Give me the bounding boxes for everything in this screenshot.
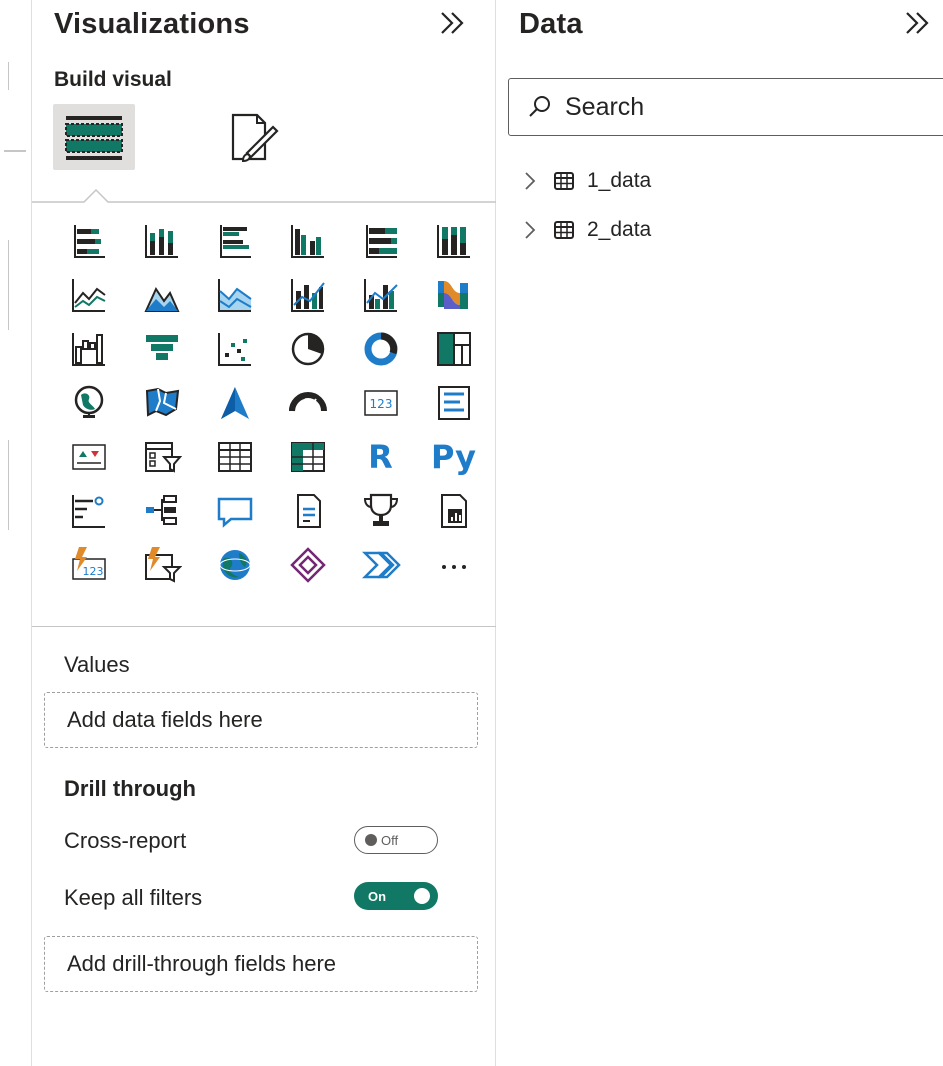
- build-visual-label: Build visual: [54, 68, 172, 91]
- strip-divider: [8, 62, 9, 90]
- waterfall-chart-icon[interactable]: [52, 322, 125, 376]
- line-and-clustered-column-icon[interactable]: [344, 268, 417, 322]
- values-well-placeholder: Add data fields here: [67, 707, 263, 732]
- matrix-icon[interactable]: [271, 430, 344, 484]
- toggle-knob: [365, 834, 377, 846]
- azure-map-icon[interactable]: [198, 376, 271, 430]
- cross-report-toggle[interactable]: Off: [354, 826, 438, 854]
- slicer-icon[interactable]: [125, 430, 198, 484]
- card-icon[interactable]: 123: [344, 376, 417, 430]
- kpi-icon[interactable]: [52, 430, 125, 484]
- build-visual-icon: [65, 116, 123, 160]
- visual-type-gallery: 123 R Py 123: [52, 214, 492, 592]
- table-icon[interactable]: [198, 430, 271, 484]
- chevron-right-icon: [525, 172, 536, 190]
- treemap-icon[interactable]: [417, 322, 490, 376]
- data-pane: Data Search 1_data 2_data: [497, 0, 943, 1066]
- line-chart-icon[interactable]: [52, 268, 125, 322]
- map-icon[interactable]: [52, 376, 125, 430]
- double-chevron-right-icon: [906, 12, 929, 34]
- left-strip: [0, 0, 32, 1066]
- svg-text:123: 123: [82, 565, 103, 578]
- multi-row-card-icon[interactable]: [417, 376, 490, 430]
- filled-map-icon[interactable]: [125, 376, 198, 430]
- qa-icon[interactable]: [198, 484, 271, 538]
- table-item[interactable]: 1_data: [519, 164, 651, 198]
- 100-percent-stacked-column-icon[interactable]: [417, 214, 490, 268]
- clustered-column-chart-icon[interactable]: [271, 214, 344, 268]
- key-influencers-icon[interactable]: [52, 484, 125, 538]
- keep-all-filters-state: On: [368, 888, 387, 904]
- data-title: Data: [519, 8, 583, 40]
- search-icon: [529, 96, 550, 117]
- table-item[interactable]: 2_data: [519, 213, 651, 247]
- gallery-divider: [32, 626, 496, 627]
- power-apps-slicer-icon[interactable]: [125, 538, 198, 592]
- stacked-area-chart-icon[interactable]: [198, 268, 271, 322]
- strip-divider: [8, 240, 9, 330]
- paginated-report-icon[interactable]: [417, 484, 490, 538]
- values-drop-well[interactable]: Add data fields here: [44, 692, 478, 748]
- metrics-icon[interactable]: [344, 484, 417, 538]
- strip-divider: [8, 440, 9, 530]
- python-visual-label: Py: [431, 438, 476, 476]
- drill-through-drop-well[interactable]: Add drill-through fields here: [44, 936, 478, 992]
- table-name: 1_data: [587, 169, 652, 192]
- collapse-visualizations-button[interactable]: [436, 8, 470, 38]
- data-search-input[interactable]: Search: [508, 78, 943, 136]
- tab-pointer: [32, 188, 496, 203]
- more-visuals-icon[interactable]: [417, 538, 490, 592]
- collapse-data-button[interactable]: [901, 8, 935, 38]
- values-label: Values: [64, 652, 130, 677]
- r-visual-label: R: [368, 438, 393, 476]
- table-name: 2_data: [587, 218, 652, 241]
- 100-percent-stacked-bar-icon[interactable]: [344, 214, 417, 268]
- stacked-column-chart-icon[interactable]: [125, 214, 198, 268]
- table-icon: [554, 172, 574, 190]
- r-visual-icon[interactable]: R: [344, 430, 417, 484]
- chevron-right-icon: [525, 221, 536, 239]
- power-automate-icon[interactable]: [344, 538, 417, 592]
- clustered-bar-chart-icon[interactable]: [198, 214, 271, 268]
- stacked-bar-chart-icon[interactable]: [52, 214, 125, 268]
- svg-text:123: 123: [369, 397, 392, 411]
- cross-report-label: Cross-report: [64, 828, 187, 853]
- python-visual-icon[interactable]: Py: [417, 430, 490, 484]
- table-icon: [554, 221, 574, 239]
- visualizations-title: Visualizations: [54, 8, 250, 40]
- visualizations-pane: Visualizations Build visual 123 R Py 123…: [32, 0, 496, 1066]
- keep-all-filters-toggle[interactable]: On: [354, 882, 438, 910]
- format-brush-icon: [231, 113, 279, 163]
- search-placeholder: Search: [565, 92, 645, 121]
- decomposition-tree-icon[interactable]: [125, 484, 198, 538]
- funnel-chart-icon[interactable]: [125, 322, 198, 376]
- pie-chart-icon[interactable]: [271, 322, 344, 376]
- smart-narrative-icon[interactable]: [271, 484, 344, 538]
- power-apps-card-icon[interactable]: 123: [52, 538, 125, 592]
- line-and-stacked-column-icon[interactable]: [271, 268, 344, 322]
- ribbon-chart-icon[interactable]: [417, 268, 490, 322]
- build-visual-tab[interactable]: [53, 104, 135, 170]
- keep-all-filters-label: Keep all filters: [64, 885, 203, 910]
- area-chart-icon[interactable]: [125, 268, 198, 322]
- strip-divider: [4, 150, 26, 152]
- gauge-icon[interactable]: [271, 376, 344, 430]
- double-chevron-right-icon: [441, 12, 464, 34]
- scatter-chart-icon[interactable]: [198, 322, 271, 376]
- donut-chart-icon[interactable]: [344, 322, 417, 376]
- drill-through-well-placeholder: Add drill-through fields here: [67, 951, 337, 976]
- cross-report-state: Off: [381, 832, 399, 848]
- toggle-knob: [414, 888, 430, 904]
- drill-through-label: Drill through: [64, 776, 196, 801]
- format-visual-tab[interactable]: [210, 104, 292, 170]
- arcgis-map-icon[interactable]: [198, 538, 271, 592]
- power-apps-icon[interactable]: [271, 538, 344, 592]
